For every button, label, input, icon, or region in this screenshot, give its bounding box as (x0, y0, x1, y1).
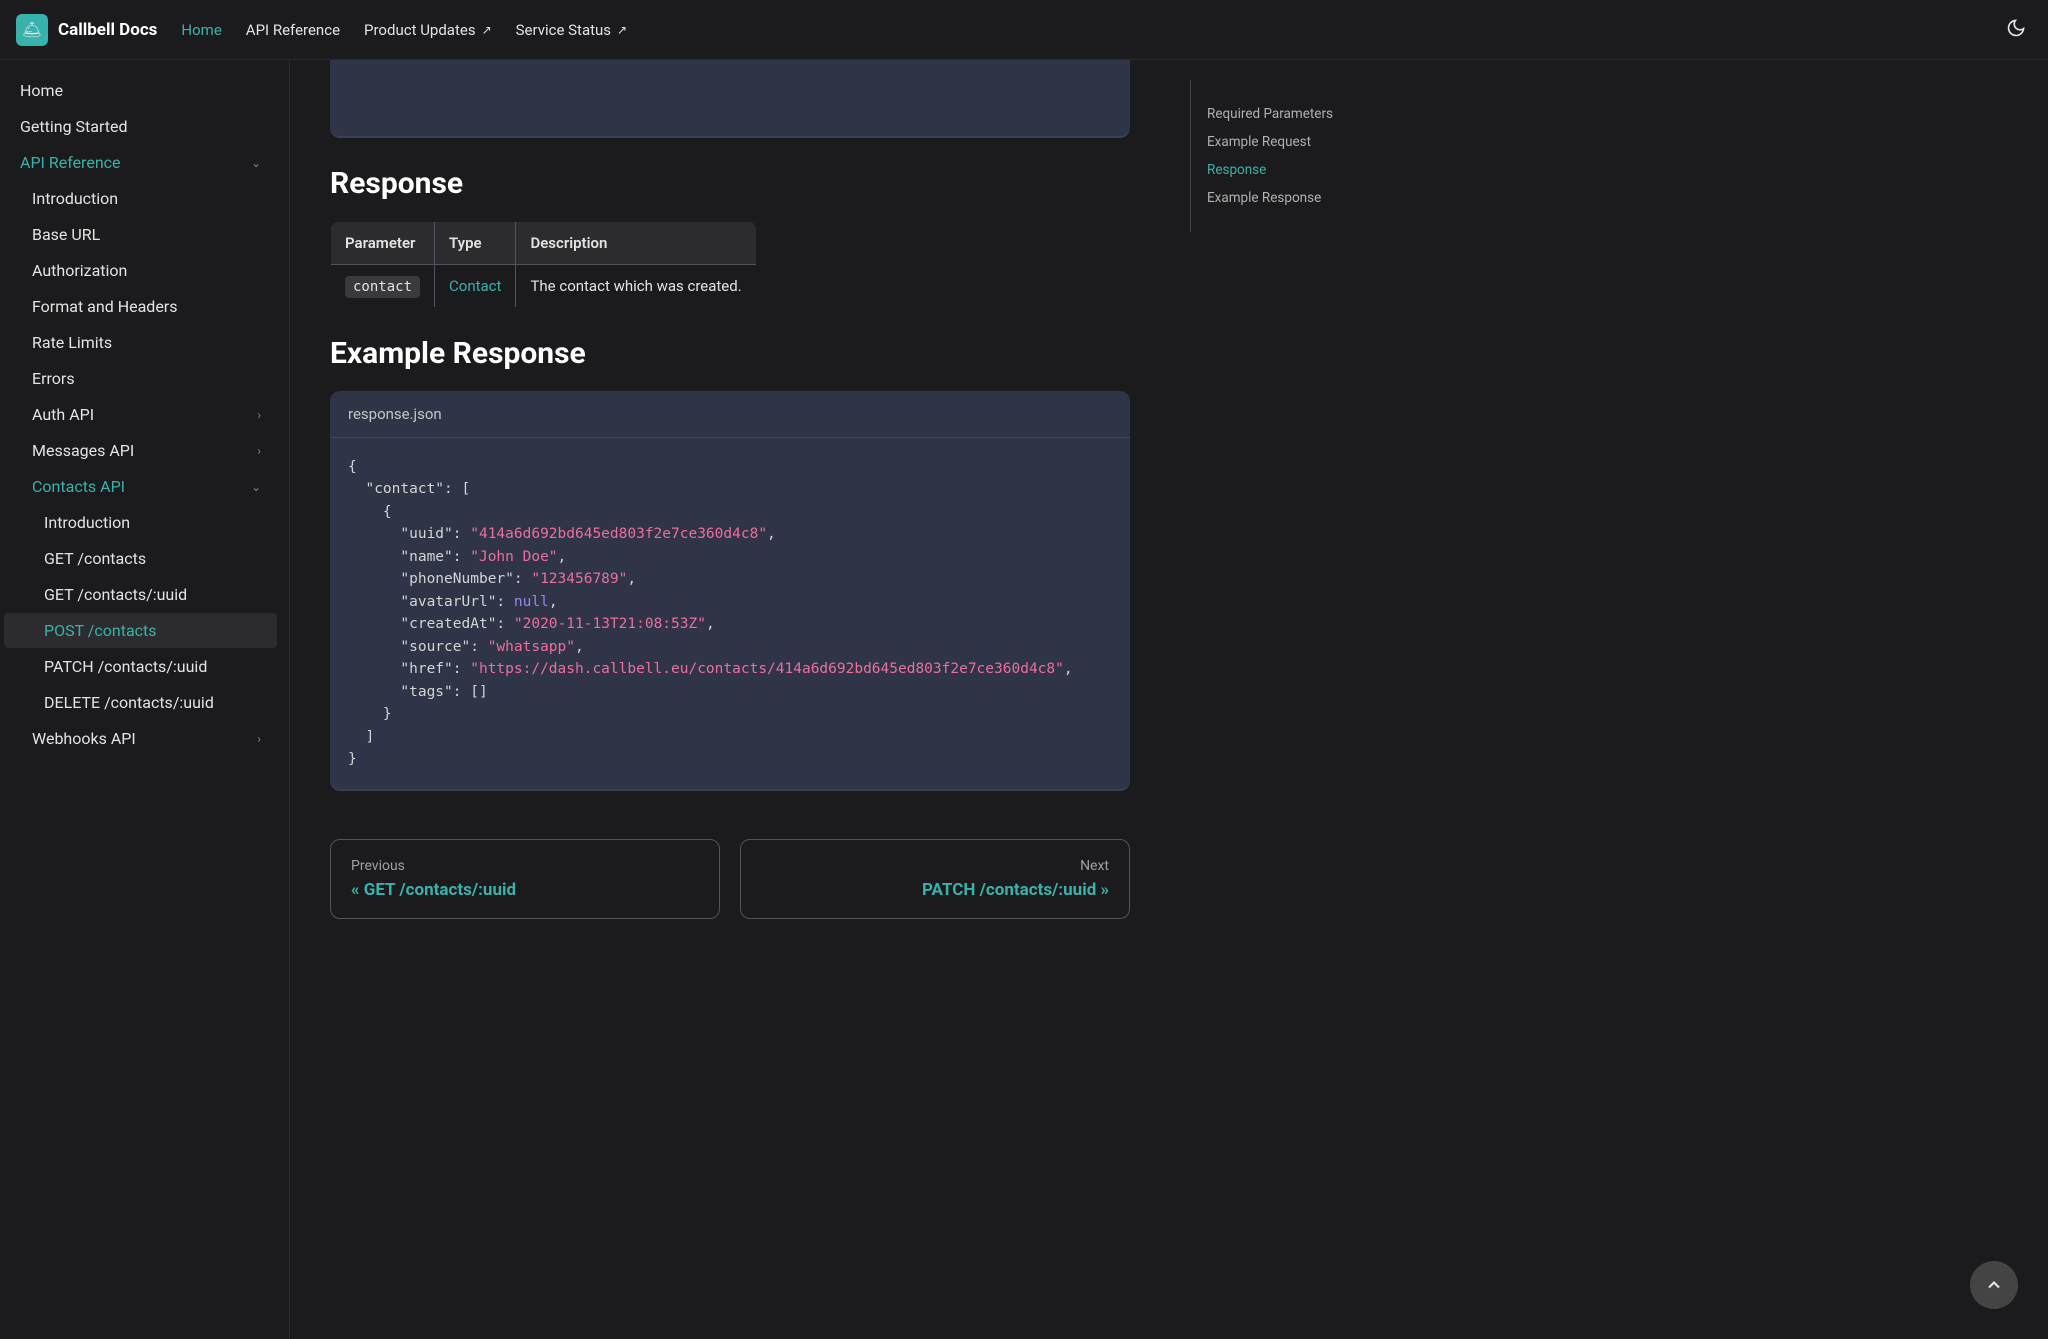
header: 🛎 Callbell Docs Home API Reference Produ… (0, 0, 2048, 60)
sidebar-item-get-contacts[interactable]: GET /contacts (4, 541, 277, 576)
sidebar: Home Getting Started API Reference ⌄ Int… (0, 60, 290, 1339)
chevron-right-icon: › (257, 444, 261, 458)
type-link[interactable]: Contact (449, 277, 501, 295)
prev-title: « GET /contacts/:uuid (351, 880, 699, 900)
external-link-icon: ↗ (482, 23, 492, 37)
heading-response: Response (330, 166, 1130, 201)
scroll-to-top-button[interactable] (1970, 1261, 2018, 1309)
th-type: Type (435, 222, 516, 265)
external-link-icon: ↗ (617, 23, 627, 37)
chevron-right-icon: › (257, 732, 261, 746)
top-nav: Home API Reference Product Updates ↗ Ser… (181, 21, 627, 39)
param-name: contact (345, 276, 420, 298)
code-title: response.json (330, 391, 1130, 438)
sidebar-item-get-contact[interactable]: GET /contacts/:uuid (4, 577, 277, 612)
sidebar-item-post-contacts[interactable]: POST /contacts (4, 613, 277, 648)
prev-page-button[interactable]: Previous « GET /contacts/:uuid (330, 839, 720, 919)
theme-toggle[interactable] (2000, 12, 2032, 48)
pagination: Previous « GET /contacts/:uuid Next PATC… (330, 839, 1130, 919)
next-page-button[interactable]: Next PATCH /contacts/:uuid » (740, 839, 1130, 919)
sidebar-item-authorization[interactable]: Authorization (4, 253, 277, 288)
table-row: contact Contact The contact which was cr… (331, 265, 757, 308)
nav-product-updates[interactable]: Product Updates ↗ (364, 21, 492, 39)
heading-example-response: Example Response (330, 336, 1130, 371)
sidebar-item-home[interactable]: Home (4, 73, 277, 108)
sidebar-item-getting-started[interactable]: Getting Started (4, 109, 277, 144)
param-description: The contact which was created. (516, 265, 756, 308)
nav-service-status[interactable]: Service Status ↗ (516, 21, 627, 39)
moon-icon (2006, 18, 2026, 38)
toc-required-parameters[interactable]: Required Parameters (1207, 100, 1414, 128)
toc-response[interactable]: Response (1207, 156, 1414, 184)
sidebar-item-introduction[interactable]: Introduction (4, 181, 277, 216)
toc-example-request[interactable]: Example Request (1207, 128, 1414, 156)
sidebar-item-patch-contact[interactable]: PATCH /contacts/:uuid (4, 649, 277, 684)
nav-api-reference[interactable]: API Reference (246, 21, 340, 39)
next-title: PATCH /contacts/:uuid » (761, 880, 1109, 900)
sidebar-item-contacts-api[interactable]: Contacts API ⌄ (4, 469, 277, 504)
sidebar-item-delete-contact[interactable]: DELETE /contacts/:uuid (4, 685, 277, 720)
table-of-contents: Required Parameters Example Request Resp… (1190, 80, 1430, 232)
chevron-up-icon (1984, 1275, 2004, 1295)
sidebar-item-format[interactable]: Format and Headers (4, 289, 277, 324)
sidebar-item-contacts-intro[interactable]: Introduction (4, 505, 277, 540)
code-block: response.json { "contact": [ { "uuid": "… (330, 391, 1130, 791)
sidebar-item-errors[interactable]: Errors (4, 361, 277, 396)
next-label: Next (761, 858, 1109, 874)
main-content: Response Parameter Type Description cont… (290, 60, 1170, 1339)
sidebar-item-rate-limits[interactable]: Rate Limits (4, 325, 277, 360)
prev-label: Previous (351, 858, 699, 874)
sidebar-item-api-reference[interactable]: API Reference ⌄ (4, 145, 277, 180)
th-parameter: Parameter (331, 222, 435, 265)
chevron-right-icon: › (257, 408, 261, 422)
toc-example-response[interactable]: Example Response (1207, 184, 1414, 212)
response-table: Parameter Type Description contact Conta… (330, 221, 757, 308)
logo-icon: 🛎 (16, 14, 48, 46)
nav-home[interactable]: Home (181, 21, 221, 39)
code-block-top (330, 60, 1130, 138)
logo[interactable]: 🛎 Callbell Docs (16, 14, 157, 46)
logo-text: Callbell Docs (58, 20, 157, 40)
chevron-down-icon: ⌄ (251, 156, 261, 170)
sidebar-item-base-url[interactable]: Base URL (4, 217, 277, 252)
chevron-down-icon: ⌄ (251, 480, 261, 494)
code-body: { "contact": [ { "uuid": "414a6d692bd645… (330, 438, 1130, 789)
sidebar-item-auth-api[interactable]: Auth API › (4, 397, 277, 432)
sidebar-item-messages-api[interactable]: Messages API › (4, 433, 277, 468)
th-description: Description (516, 222, 756, 265)
sidebar-item-webhooks-api[interactable]: Webhooks API › (4, 721, 277, 756)
